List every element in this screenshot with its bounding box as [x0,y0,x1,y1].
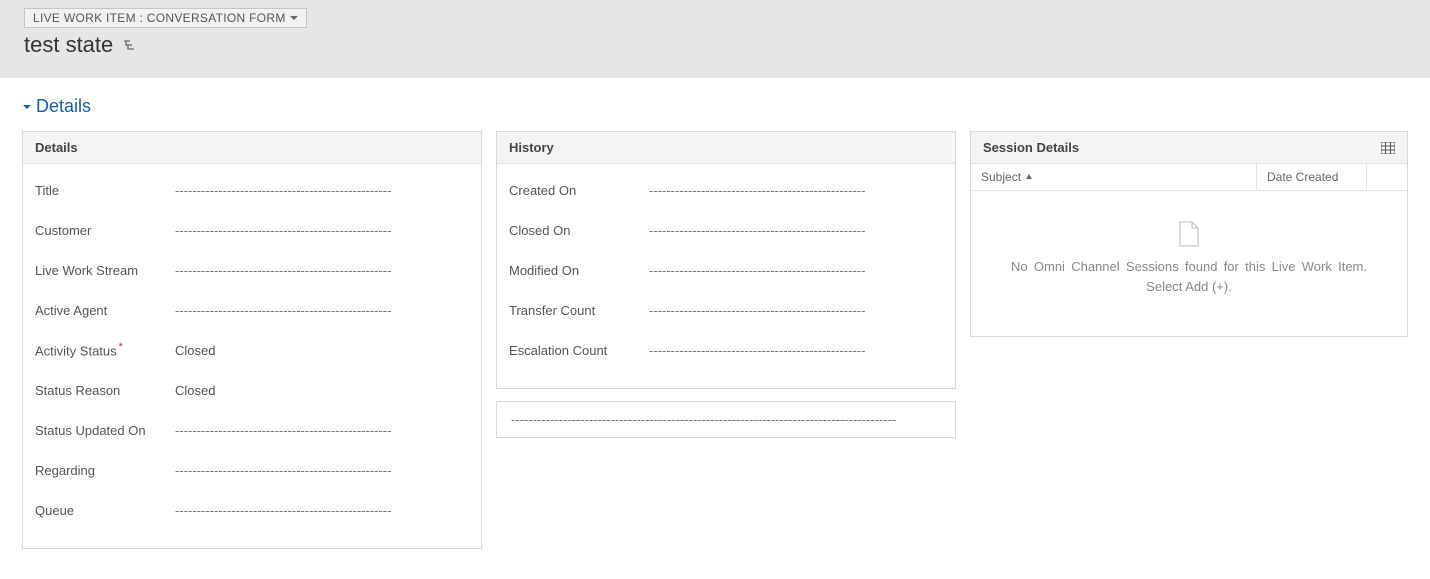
field-row: Customer--------------------------------… [35,210,469,250]
field-row: Closed On-------------------------------… [509,210,943,250]
field-row: Escalation Count------------------------… [509,330,943,370]
field-value[interactable]: ----------------------------------------… [649,303,943,318]
field-value[interactable]: ----------------------------------------… [175,423,469,438]
history-column: History Created On----------------------… [496,131,956,438]
grid-empty-message: No Omni Channel Sessions found for this … [1011,257,1367,296]
field-label: Status Reason [35,383,175,398]
field-row: Modified On-----------------------------… [509,250,943,290]
details-panel-title: Details [35,140,78,155]
field-row: Queue-----------------------------------… [35,490,469,530]
field-label: Queue [35,503,175,518]
field-value[interactable]: ----------------------------------------… [649,263,943,278]
field-row: Activity Status*Closed [35,330,469,370]
history-panel-header: History [497,132,955,164]
field-label: Created On [509,183,649,198]
grid-column-date-created[interactable]: Date Created [1257,164,1367,190]
field-value[interactable]: ----------------------------------------… [175,463,469,478]
field-label: Transfer Count [509,303,649,318]
grid-empty-state: No Omni Channel Sessions found for this … [971,191,1407,336]
details-panel: Details Title---------------------------… [22,131,482,549]
field-value[interactable]: ----------------------------------------… [175,223,469,238]
record-title: test state [24,32,113,58]
field-value[interactable]: ----------------------------------------… [175,263,469,278]
grid-header-row: Subject Date Created [971,164,1407,191]
field-label: Regarding [35,463,175,478]
sort-asc-icon [1025,173,1033,181]
required-mark-icon: * [119,341,123,353]
collapse-icon [22,102,32,112]
file-icon [1178,221,1200,247]
field-label: Activity Status* [35,341,175,358]
field-value[interactable]: ----------------------------------------… [175,303,469,318]
field-value[interactable]: ----------------------------------------… [649,343,943,358]
field-label: Customer [35,223,175,238]
field-label: Title [35,183,175,198]
grid-view-icon[interactable] [1381,142,1395,154]
form-selector[interactable]: LIVE WORK ITEM : CONVERSATION FORM [24,8,307,28]
field-row: Live Work Stream------------------------… [35,250,469,290]
notes-box[interactable]: ----------------------------------------… [496,401,956,438]
field-row: Transfer Count--------------------------… [509,290,943,330]
field-row: Title-----------------------------------… [35,170,469,210]
field-row: Status Updated On-----------------------… [35,410,469,450]
grid-column-date-label: Date Created [1267,170,1338,184]
field-label: Active Agent [35,303,175,318]
history-panel: History Created On----------------------… [496,131,956,389]
field-value[interactable]: ----------------------------------------… [649,183,943,198]
field-label: Closed On [509,223,649,238]
field-row: Active Agent----------------------------… [35,290,469,330]
section-toggle-details[interactable]: Details [22,96,1408,117]
field-value[interactable]: Closed [175,383,469,398]
field-value[interactable]: ----------------------------------------… [175,503,469,518]
section-title: Details [36,96,91,117]
grid-column-subject-label: Subject [981,170,1021,184]
session-details-panel: Session Details Subject [970,131,1408,337]
field-row: Status ReasonClosed [35,370,469,410]
field-value[interactable]: Closed [175,343,469,358]
field-label: Live Work Stream [35,263,175,278]
field-label: Escalation Count [509,343,649,358]
session-panel-header: Session Details [971,132,1407,164]
field-row: Created On------------------------------… [509,170,943,210]
field-label: Modified On [509,263,649,278]
history-panel-title: History [509,140,554,155]
grid-column-spacer [1367,164,1407,190]
form-header: LIVE WORK ITEM : CONVERSATION FORM test … [0,0,1430,78]
caret-down-icon [290,14,298,22]
grid-column-subject[interactable]: Subject [971,164,1257,190]
field-label: Status Updated On [35,423,175,438]
field-row: Regarding-------------------------------… [35,450,469,490]
session-panel-title: Session Details [983,140,1079,155]
hierarchy-icon[interactable] [123,38,139,52]
form-selector-label: LIVE WORK ITEM : CONVERSATION FORM [33,11,286,25]
field-value[interactable]: ----------------------------------------… [649,223,943,238]
form-body: Details Details Title-------------------… [0,78,1430,579]
field-value[interactable]: ----------------------------------------… [175,183,469,198]
details-panel-header: Details [23,132,481,164]
